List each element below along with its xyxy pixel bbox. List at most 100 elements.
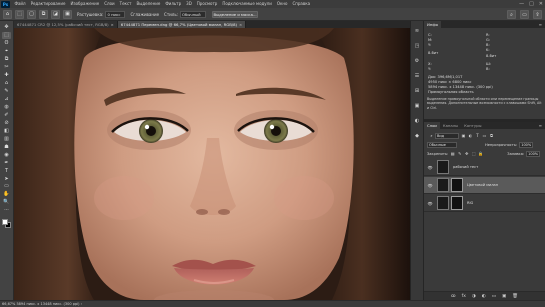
menu-edit[interactable]: Редактирование: [28, 0, 68, 8]
color-swatches[interactable]: [1, 218, 12, 229]
visibility-eye-icon[interactable]: 👁: [426, 183, 434, 188]
brush-tool-icon[interactable]: ✎: [2, 88, 11, 95]
menu-image[interactable]: Изображение: [68, 0, 102, 8]
history-icon[interactable]: ☰: [413, 72, 421, 80]
minimize-icon[interactable]: —: [519, 0, 524, 8]
tab-layers[interactable]: Слои: [424, 122, 440, 129]
fill-input[interactable]: 100%: [526, 150, 541, 157]
smoothing-checkbox-label[interactable]: Сглаживание: [130, 12, 159, 17]
close-icon[interactable]: ×: [111, 22, 114, 27]
layer-mask-thumbnail[interactable]: [451, 196, 463, 210]
filter-type-icon[interactable]: T: [475, 133, 480, 138]
search-icon[interactable]: ⌕: [507, 10, 516, 19]
marquee-tool-preset-icon[interactable]: ⬚: [15, 9, 24, 19]
menu-layers[interactable]: Слои: [102, 0, 117, 8]
lasso-tool-icon[interactable]: ʘ: [2, 40, 11, 47]
adjustment-layer-icon[interactable]: ◐: [482, 294, 486, 299]
feather-input[interactable]: 0 пикс: [105, 10, 126, 18]
healing-tool-icon[interactable]: ✚: [2, 72, 11, 79]
layer-row-bottom[interactable]: 👁 RIG: [424, 195, 545, 212]
layer-mask-thumbnail[interactable]: [451, 178, 463, 192]
blur-tool-icon[interactable]: ⊘: [2, 120, 11, 127]
properties-icon[interactable]: ⚙: [413, 57, 421, 65]
slice-tool-icon[interactable]: ✂: [2, 64, 11, 71]
navigator-icon[interactable]: ◳: [413, 42, 421, 50]
tab-paths[interactable]: Контуры: [461, 122, 484, 129]
path-tool-icon[interactable]: ✒: [2, 160, 11, 167]
marquee-tool-icon[interactable]: ⬚: [2, 31, 11, 39]
eraser-tool-icon[interactable]: ◍: [2, 104, 11, 111]
opacity-input[interactable]: 100%: [519, 141, 534, 148]
type-tool-icon[interactable]: T: [2, 168, 11, 175]
filter-pixel-icon[interactable]: ▣: [461, 133, 466, 138]
menu-select[interactable]: Выделение: [134, 0, 163, 8]
swatches-icon[interactable]: ⊞: [413, 87, 421, 95]
style-select[interactable]: Обычный: [180, 10, 207, 18]
filter-smart-icon[interactable]: ⧉: [489, 133, 494, 138]
add-mask-icon[interactable]: ◑: [472, 294, 476, 299]
share-icon[interactable]: ⇪: [533, 10, 542, 19]
tab-document-1[interactable]: 67444871 CR2 @ 12,5% (рабочий тест, RGB/…: [14, 21, 118, 28]
visibility-eye-icon[interactable]: 👁: [426, 165, 434, 170]
menu-type[interactable]: Текст: [117, 0, 134, 8]
history-brush-tool-icon[interactable]: ⊿: [2, 96, 11, 103]
libraries-icon[interactable]: ▣: [413, 102, 421, 110]
crop-tool-icon[interactable]: ⧉: [2, 56, 11, 63]
move-tool-icon[interactable]: ✥: [2, 24, 11, 31]
home-icon[interactable]: ⌂: [3, 9, 12, 19]
document-canvas[interactable]: [14, 28, 410, 300]
tab-document-2[interactable]: 67444871 Перемен.dng @ 66,7% (Цветовой м…: [117, 21, 247, 28]
workspace-icon[interactable]: ▭: [520, 10, 529, 19]
panel-menu-icon[interactable]: ≡: [539, 122, 545, 129]
layer-style-icon[interactable]: fx: [462, 294, 466, 299]
adjustments-icon[interactable]: ◐: [413, 117, 421, 125]
rectangle-tool-icon[interactable]: ▭: [2, 184, 11, 191]
zoom-tool-icon[interactable]: 🔍: [2, 200, 11, 207]
menu-view[interactable]: Просмотр: [194, 0, 220, 8]
new-group-icon[interactable]: ▭: [492, 294, 496, 299]
lock-artboard-icon[interactable]: ⬚: [471, 151, 476, 156]
layer-row-top[interactable]: 👁 рабочий тест: [424, 159, 545, 176]
delete-layer-icon[interactable]: 🗑: [512, 294, 518, 299]
lock-all-icon[interactable]: 🔒: [478, 151, 483, 156]
dodge-tool-icon[interactable]: ◧: [2, 128, 11, 135]
new-selection-icon[interactable]: ▢: [27, 9, 36, 19]
lock-paint-icon[interactable]: ✎: [457, 151, 462, 156]
tab-info[interactable]: Инфо: [424, 21, 441, 28]
menu-window[interactable]: Окно: [274, 0, 290, 8]
stamp-tool-icon[interactable]: ⌂: [2, 80, 11, 87]
lock-pixels-icon[interactable]: ▦: [450, 151, 455, 156]
menu-file[interactable]: Файл: [12, 0, 28, 8]
menu-plugins[interactable]: Подключаемые модули: [220, 0, 275, 8]
layer-row-selected[interactable]: 👁 Цветовой милан: [424, 177, 545, 194]
menu-3d[interactable]: 3D: [184, 0, 195, 8]
more-tools-icon[interactable]: ···: [2, 208, 11, 215]
panel-menu-icon[interactable]: ≡: [539, 21, 545, 28]
add-selection-icon[interactable]: ⧉: [39, 9, 48, 19]
close-icon[interactable]: ×: [239, 22, 242, 27]
visibility-eye-icon[interactable]: 👁: [426, 201, 434, 206]
intersect-selection-icon[interactable]: ▣: [63, 9, 72, 19]
lock-position-icon[interactable]: ✥: [464, 151, 469, 156]
shape-tool-icon[interactable]: ◉: [2, 152, 11, 159]
gradient-tool-icon[interactable]: ✐: [2, 112, 11, 119]
menu-filter[interactable]: Фильтр: [163, 0, 184, 8]
sponge-tool-icon[interactable]: ▥: [2, 136, 11, 143]
foreground-color-swatch[interactable]: [1, 218, 8, 225]
hand-tool-icon[interactable]: ✋: [2, 192, 11, 199]
link-layers-icon[interactable]: ꝏ: [451, 294, 456, 299]
histogram-icon[interactable]: ≋: [413, 27, 421, 35]
quick-select-tool-icon[interactable]: ⌖: [2, 48, 11, 55]
menu-help[interactable]: Справка: [290, 0, 313, 8]
tab-channels[interactable]: Каналы: [440, 122, 461, 129]
styles-icon[interactable]: ◆: [413, 132, 421, 140]
path-select-tool-icon[interactable]: ➤: [2, 176, 11, 183]
pen-tool-icon[interactable]: ☗: [2, 144, 11, 151]
close-icon[interactable]: ✕: [539, 0, 543, 8]
new-layer-icon[interactable]: ▣: [502, 294, 506, 299]
blend-mode-select[interactable]: Обычные: [427, 141, 457, 148]
filter-adjustment-icon[interactable]: ◐: [468, 133, 473, 138]
filter-shape-icon[interactable]: ▭: [482, 133, 487, 138]
maximize-icon[interactable]: □: [529, 0, 534, 8]
select-and-mask-button[interactable]: Выделение и маска...: [212, 10, 259, 18]
